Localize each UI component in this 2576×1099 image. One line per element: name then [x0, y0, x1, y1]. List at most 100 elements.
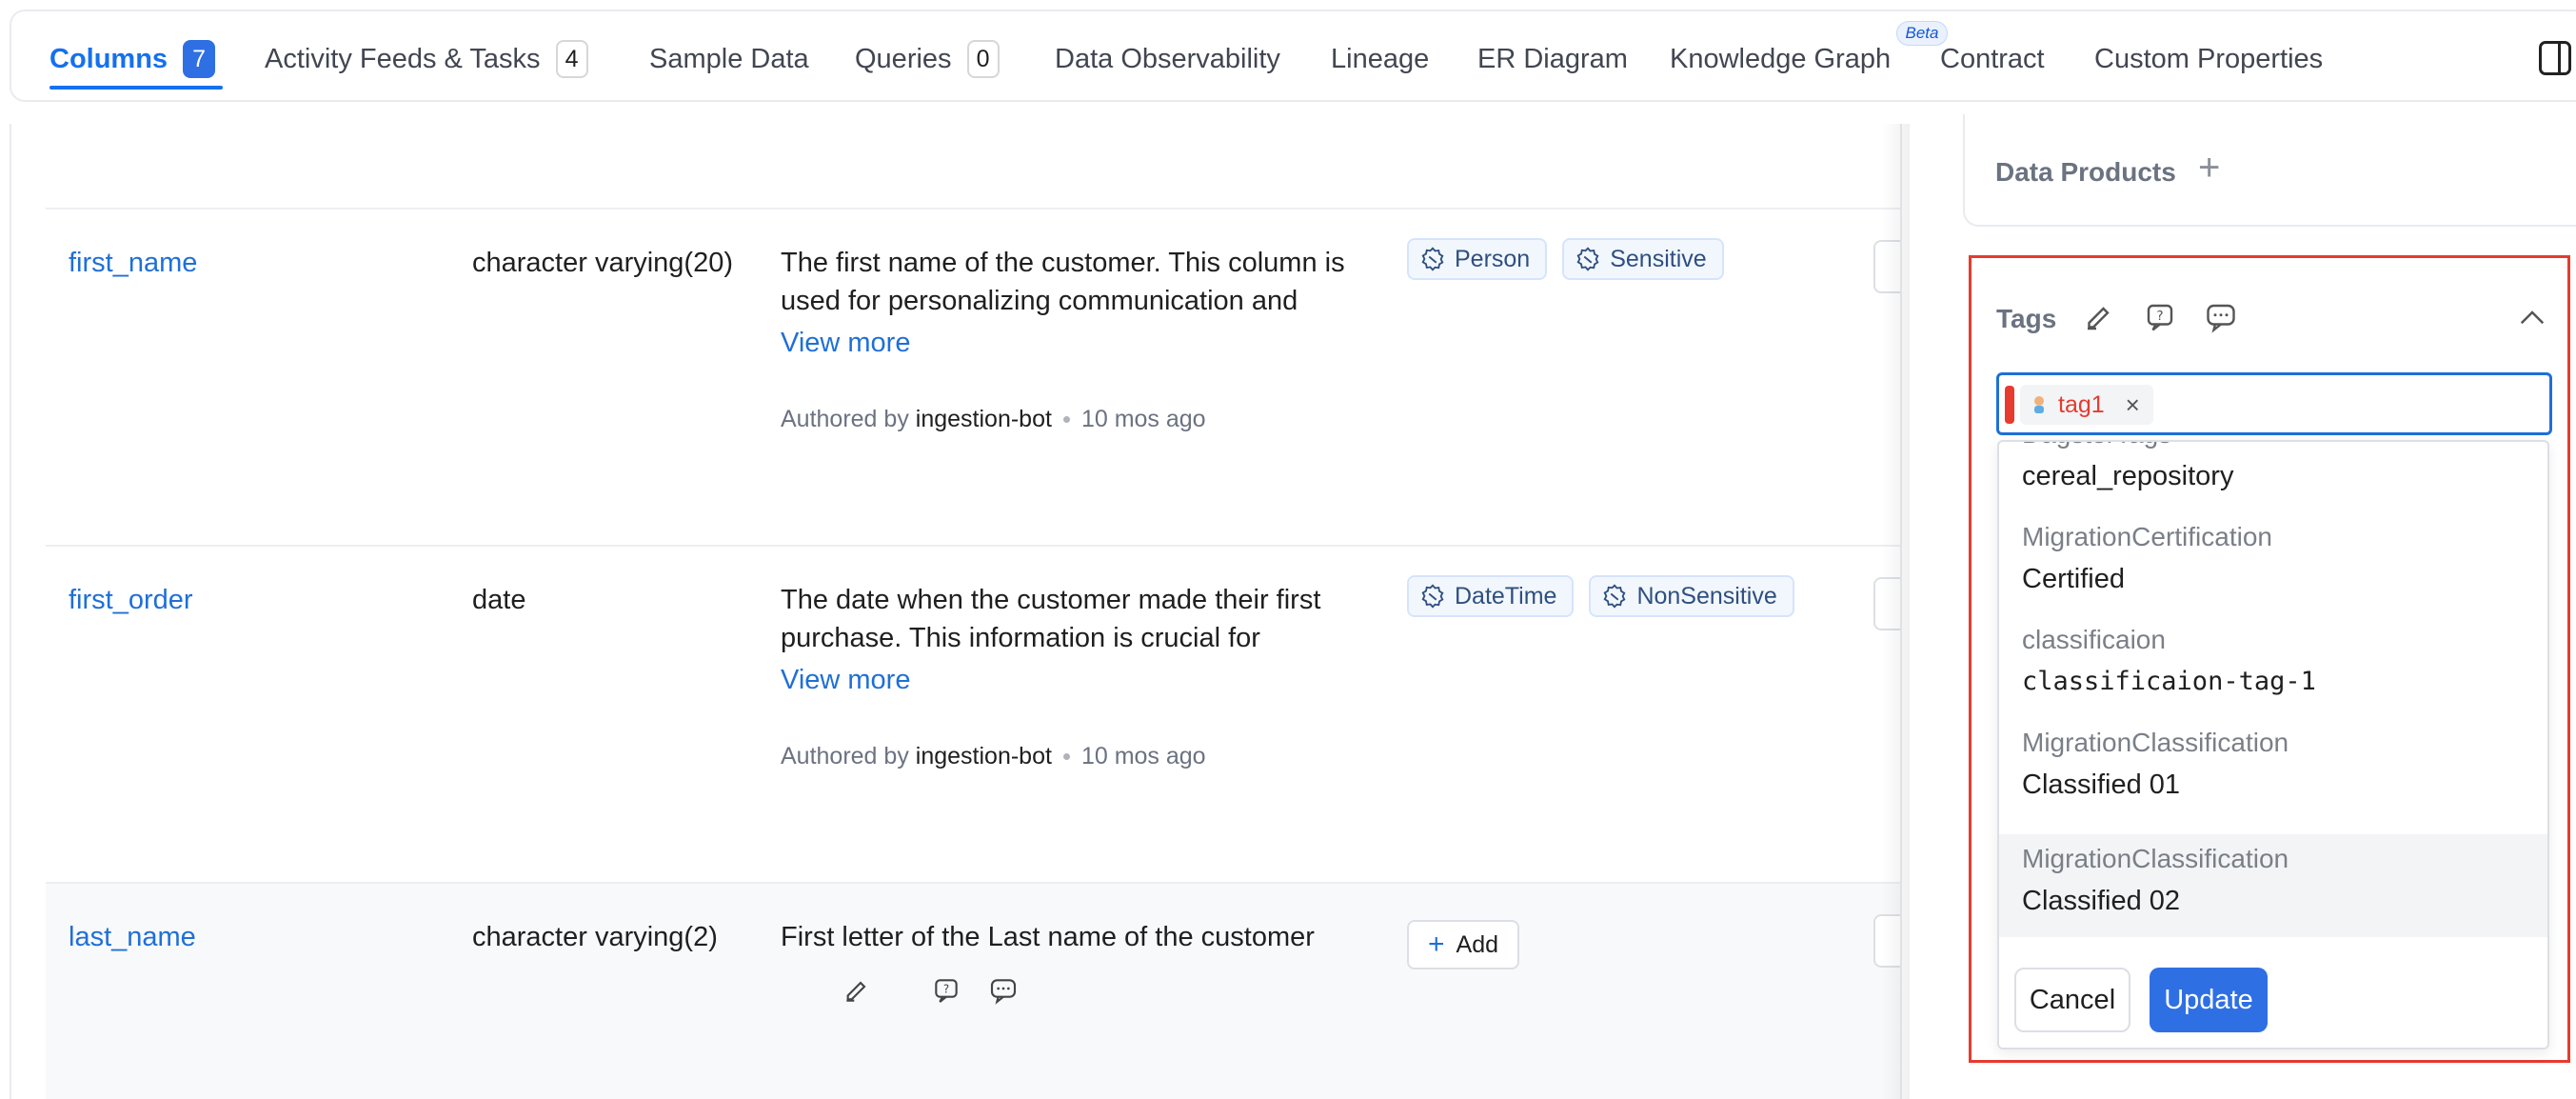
- columns-table: first_name character varying(20) The fir…: [10, 124, 1902, 1099]
- active-tab-indicator: [50, 86, 223, 90]
- column-type: character varying(20): [472, 248, 733, 278]
- description-actions: ?: [842, 975, 1019, 1006]
- tab-lineage[interactable]: Lineage: [1331, 40, 1429, 78]
- tag-option[interactable]: DagsterTags cereal_repository: [1999, 442, 2547, 512]
- svg-text:?: ?: [943, 983, 949, 996]
- close-icon[interactable]: ×: [2126, 390, 2140, 420]
- tag-option[interactable]: MigrationCertification Certified: [1999, 512, 2547, 615]
- tag-chip[interactable]: DateTime: [1407, 575, 1575, 617]
- description-text: The first name of the customer. This col…: [781, 248, 1345, 316]
- view-more-link[interactable]: View more: [781, 324, 1371, 362]
- tag-option[interactable]: MigrationClassification Classified 02: [1999, 834, 2547, 937]
- data-products-title: Data Products: [1995, 157, 2176, 187]
- option-name: Classified 01: [2022, 769, 2181, 800]
- tag-emoji-icon: [2034, 396, 2044, 413]
- request-icon[interactable]: ?: [2143, 300, 2177, 334]
- authored-label: Authored by: [781, 406, 909, 432]
- option-category: DagsterTags: [2022, 442, 2171, 450]
- authored-by: Authored by ingestion-bot 10 mos ago: [781, 406, 1206, 433]
- tab-custom-properties[interactable]: Custom Properties: [2094, 40, 2323, 78]
- option-category: MigrationClassification: [2022, 728, 2289, 757]
- tag-select-input[interactable]: tag1 ×: [1996, 372, 2552, 435]
- column-name-link[interactable]: first_order: [69, 585, 193, 616]
- table-row: last_name character varying(2) First let…: [46, 882, 1900, 1099]
- tag-color-bar: [2005, 386, 2014, 424]
- option-name: Certified: [2022, 564, 2125, 594]
- tab-label: Queries: [855, 43, 952, 74]
- description-text: The date when the customer made their fi…: [781, 585, 1321, 653]
- selected-tag-chip: tag1 ×: [2020, 385, 2153, 425]
- option-name: classificaion-tag-1: [2022, 667, 2316, 696]
- column-tags: DateTime NonSensitive: [1407, 575, 1794, 617]
- tab-knowledge-graph[interactable]: Knowledge Graph: [1670, 40, 1891, 78]
- tab-contract[interactable]: Contract: [1940, 40, 2045, 78]
- tab-label: Activity Feeds & Tasks: [265, 43, 541, 74]
- tab-queries[interactable]: Queries 0: [855, 40, 1000, 78]
- tags-actions: ?: [2082, 300, 2238, 334]
- tag-options-dropdown: DagsterTags cereal_repository MigrationC…: [1997, 440, 2549, 1049]
- update-button[interactable]: Update: [2150, 968, 2268, 1032]
- tab-er-diagram[interactable]: ER Diagram: [1477, 40, 1628, 78]
- tab-bar: Columns 7 Activity Feeds & Tasks 4 Sampl…: [10, 10, 2576, 102]
- tag-label: Person: [1455, 245, 1531, 272]
- column-description: The date when the customer made their fi…: [781, 581, 1371, 699]
- tag-chip[interactable]: Person: [1407, 238, 1548, 280]
- tab-label: ER Diagram: [1477, 43, 1628, 74]
- column-type: character varying(2): [472, 922, 718, 952]
- tab-count-badge: 0: [966, 40, 1000, 78]
- tab-count-badge: 7: [183, 40, 216, 78]
- tab-count-badge: 4: [555, 40, 588, 78]
- dropdown-footer: Cancel Update: [1999, 943, 2547, 1048]
- column-name-link[interactable]: first_name: [69, 248, 197, 279]
- tab-label: Columns: [50, 43, 168, 74]
- tab-activity-feeds[interactable]: Activity Feeds & Tasks 4: [265, 40, 588, 78]
- tag-label: NonSensitive: [1636, 582, 1777, 609]
- tag-option[interactable]: MigrationClassification Classified 01: [1999, 718, 2547, 821]
- tab-data-observability[interactable]: Data Observability: [1055, 40, 1280, 78]
- panel-toggle-icon[interactable]: [2539, 41, 2571, 75]
- plus-icon: +: [1428, 929, 1445, 960]
- data-products-card: Data Products +: [1963, 114, 2576, 227]
- column-description: The first name of the customer. This col…: [781, 244, 1371, 362]
- gear-tag-icon: [1421, 584, 1444, 609]
- conversation-icon[interactable]: [2204, 300, 2238, 334]
- request-icon[interactable]: ?: [931, 975, 961, 1006]
- column-type: date: [472, 585, 526, 615]
- edit-icon[interactable]: [2082, 300, 2116, 334]
- tab-label: Knowledge Graph: [1670, 43, 1892, 74]
- edit-icon[interactable]: [842, 975, 872, 1006]
- column-description: First letter of the Last name of the cus…: [781, 922, 1315, 952]
- authored-time: 10 mos ago: [1080, 406, 1206, 432]
- selected-tag-label: tag1: [2058, 390, 2105, 418]
- column-name-link[interactable]: last_name: [69, 922, 196, 953]
- tab-label: Data Observability: [1055, 43, 1280, 74]
- tag-chip[interactable]: NonSensitive: [1589, 575, 1794, 617]
- authored-label: Authored by: [781, 743, 909, 769]
- tab-columns[interactable]: Columns 7: [50, 40, 216, 78]
- add-tag-button[interactable]: + Add: [1407, 920, 1520, 969]
- tag-chip[interactable]: Sensitive: [1562, 238, 1724, 280]
- conversation-icon[interactable]: [988, 975, 1019, 1006]
- author-name: ingestion-bot: [915, 743, 1052, 769]
- tags-title: Tags: [1996, 304, 2057, 333]
- tab-label: Custom Properties: [2094, 43, 2324, 74]
- tag-label: Sensitive: [1610, 245, 1707, 272]
- chevron-up-icon[interactable]: [2518, 306, 2546, 329]
- option-category: MigrationCertification: [2022, 522, 2272, 551]
- view-more-link[interactable]: View more: [781, 661, 1371, 699]
- table-row: first_name character varying(20) The fir…: [46, 208, 1900, 545]
- add-label: Add: [1456, 930, 1499, 958]
- authored-time: 10 mos ago: [1080, 743, 1206, 769]
- tab-label: Contract: [1940, 43, 2045, 74]
- tab-sample-data[interactable]: Sample Data: [649, 40, 809, 78]
- authored-by: Authored by ingestion-bot 10 mos ago: [781, 743, 1206, 770]
- tab-label: Lineage: [1331, 43, 1430, 74]
- author-name: ingestion-bot: [915, 406, 1052, 432]
- option-name: Classified 02: [2022, 886, 2181, 916]
- tag-label: DateTime: [1455, 582, 1557, 609]
- cancel-button[interactable]: Cancel: [2014, 968, 2130, 1032]
- option-category: MigrationClassification: [2022, 844, 2289, 873]
- tag-option[interactable]: classificaion classificaion-tag-1: [1999, 615, 2547, 718]
- option-category: classificaion: [2022, 625, 2166, 654]
- plus-icon[interactable]: +: [2198, 147, 2220, 190]
